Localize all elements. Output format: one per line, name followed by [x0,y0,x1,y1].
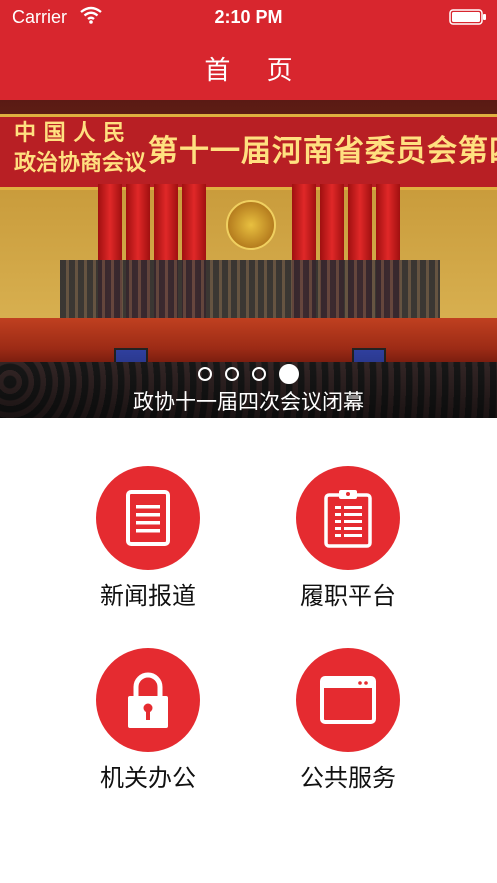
service-label: 公共服务 [300,764,396,792]
page-dot[interactable] [252,366,267,381]
banner-carousel[interactable]: 中 国 人 民 政治协商会议 第十一届河南省委员会第四次会议 政协十一届四次会议… [0,100,497,418]
header: Carrier 2:10 PM 首 页 [0,0,497,100]
status-bar: Carrier 2:10 PM [0,0,497,34]
news-label: 新闻报道 [100,582,196,610]
office-button[interactable]: 机关办公 [48,648,248,793]
news-circle[interactable] [96,466,200,570]
emblem [226,200,276,250]
banner-caption: 政协十一届四次会议闭幕 [133,390,364,414]
office-label: 机关办公 [100,764,196,792]
news-reports-button[interactable]: 新闻报道 [48,466,248,611]
duty-circle[interactable] [296,466,400,570]
banner-text-right: 第十一届河南省委员会第四次会议 [148,134,497,169]
page-indicator[interactable] [0,363,497,384]
banner-text-left: 中 国 人 民 政治协商会议 [14,120,147,176]
document-list-icon [126,490,170,546]
battery-icon [449,9,486,25]
duty-platform-button[interactable]: 履职平台 [248,466,448,611]
duty-label: 履职平台 [300,582,396,610]
public-service-button[interactable]: 公共服务 [248,648,448,793]
clock: 2:10 PM [214,7,283,27]
page-dot[interactable] [224,366,239,381]
clipboard-icon [324,490,372,548]
lock-icon [128,672,168,728]
page-dot[interactable] [197,366,212,381]
service-circle[interactable] [296,648,400,752]
office-circle[interactable] [96,648,200,752]
page-dot-active[interactable] [279,363,300,384]
browser-window-icon [320,676,376,724]
page-title: 首 页 [204,56,307,86]
